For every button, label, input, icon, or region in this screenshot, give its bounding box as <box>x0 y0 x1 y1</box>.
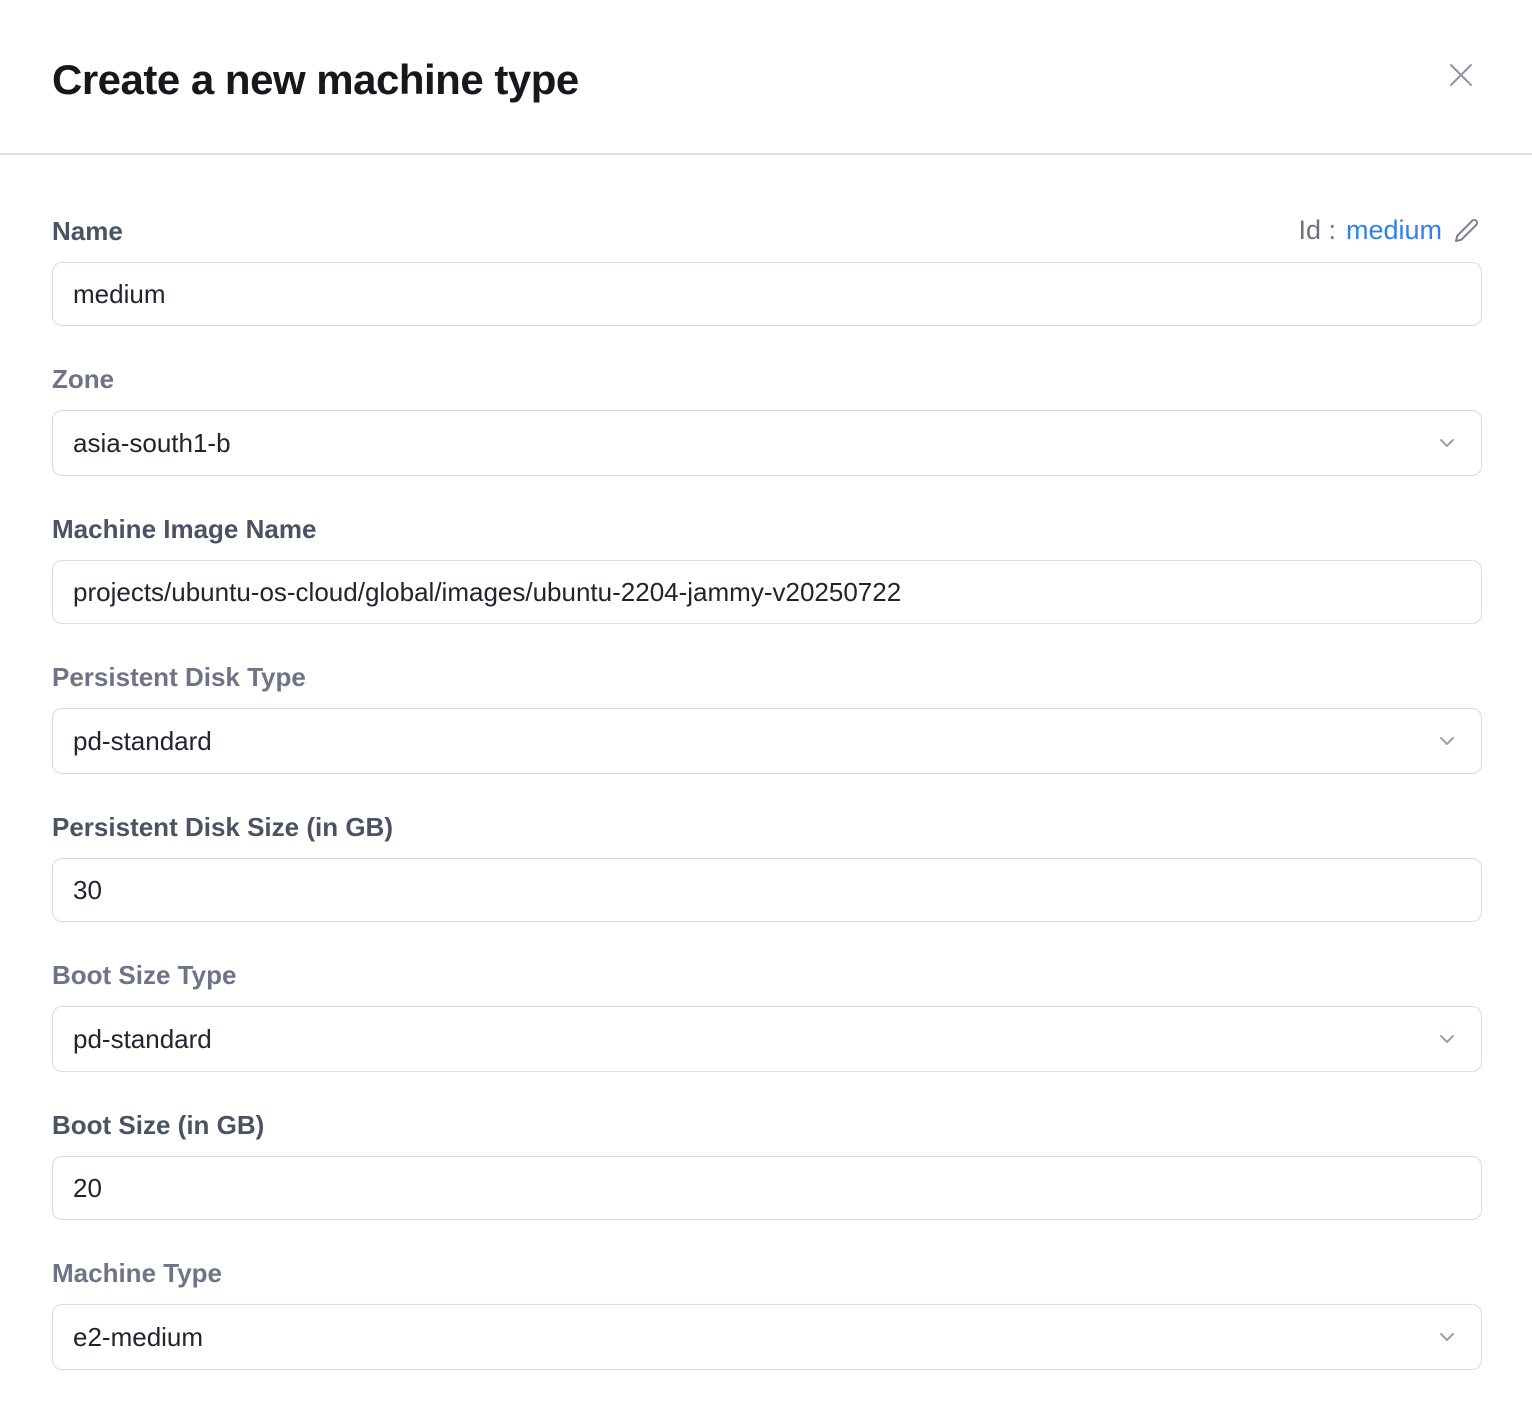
field-group-name: Name Id : medium <box>52 215 1482 326</box>
field-group-zone: Zone asia-south1-b <box>52 364 1482 476</box>
close-icon <box>1444 58 1478 92</box>
machine-image-name-input[interactable] <box>52 560 1482 624</box>
id-value-link[interactable]: medium <box>1346 215 1442 246</box>
zone-select[interactable]: asia-south1-b <box>52 410 1482 476</box>
machine-type-select-value: e2-medium <box>73 1322 203 1353</box>
chevron-down-icon <box>1435 431 1459 455</box>
create-machine-type-modal: Create a new machine type Name Id : medi… <box>0 0 1532 1412</box>
field-group-boot-size-type: Boot Size Type pd-standard <box>52 960 1482 1072</box>
persistent-disk-type-select-value: pd-standard <box>73 726 212 757</box>
field-group-persistent-disk-size: Persistent Disk Size (in GB) <box>52 812 1482 922</box>
boot-size-type-label: Boot Size Type <box>52 960 236 990</box>
name-label: Name <box>52 216 123 246</box>
chevron-down-icon <box>1435 729 1459 753</box>
pencil-icon <box>1452 216 1482 246</box>
field-group-persistent-disk-type: Persistent Disk Type pd-standard <box>52 662 1482 774</box>
boot-size-type-select[interactable]: pd-standard <box>52 1006 1482 1072</box>
field-group-machine-image-name: Machine Image Name <box>52 514 1482 624</box>
boot-size-label: Boot Size (in GB) <box>52 1110 264 1140</box>
boot-size-type-select-value: pd-standard <box>73 1024 212 1055</box>
boot-size-input[interactable] <box>52 1156 1482 1220</box>
field-group-boot-size: Boot Size (in GB) <box>52 1110 1482 1220</box>
persistent-disk-type-select[interactable]: pd-standard <box>52 708 1482 774</box>
zone-select-value: asia-south1-b <box>73 428 231 459</box>
persistent-disk-type-label: Persistent Disk Type <box>52 662 306 692</box>
modal-body: Name Id : medium Zone <box>0 155 1532 1370</box>
modal-title: Create a new machine type <box>52 56 1480 104</box>
zone-label: Zone <box>52 364 114 394</box>
close-button[interactable] <box>1442 56 1480 94</box>
chevron-down-icon <box>1435 1027 1459 1051</box>
machine-id-row: Id : medium <box>1298 215 1482 246</box>
name-input[interactable] <box>52 262 1482 326</box>
edit-id-button[interactable] <box>1452 216 1482 246</box>
machine-image-name-label: Machine Image Name <box>52 514 316 544</box>
persistent-disk-size-input[interactable] <box>52 858 1482 922</box>
persistent-disk-size-label: Persistent Disk Size (in GB) <box>52 812 393 842</box>
machine-type-select[interactable]: e2-medium <box>52 1304 1482 1370</box>
modal-header: Create a new machine type <box>0 0 1532 155</box>
chevron-down-icon <box>1435 1325 1459 1349</box>
id-prefix-label: Id : <box>1298 215 1336 246</box>
field-group-machine-type: Machine Type e2-medium <box>52 1258 1482 1370</box>
machine-type-label: Machine Type <box>52 1258 222 1288</box>
